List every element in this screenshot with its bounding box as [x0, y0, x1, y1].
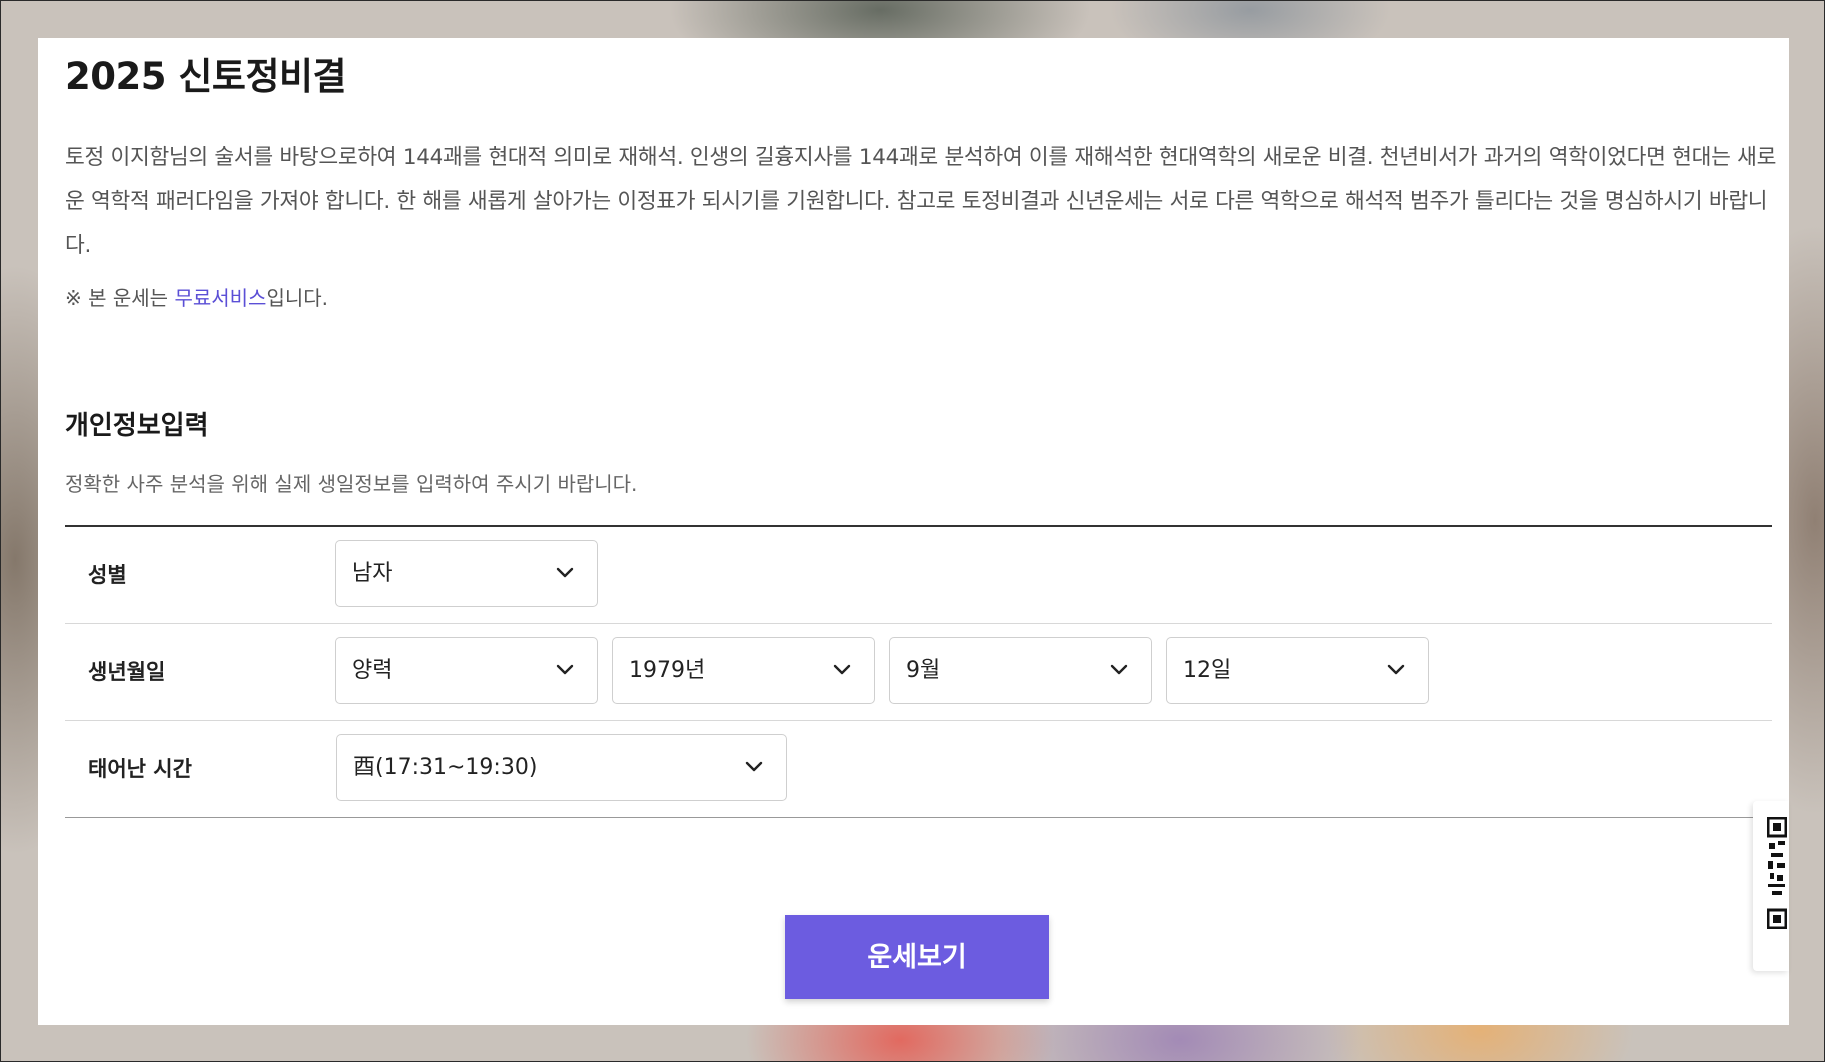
form-row-gender: 성별 남자 — [65, 527, 1772, 624]
gender-select[interactable]: 남자 — [335, 540, 598, 607]
birthdate-label: 생년월일 — [88, 660, 166, 684]
birth-year-select[interactable]: 1979년 — [612, 637, 875, 704]
notice-suffix: 입니다. — [266, 286, 328, 310]
birth-day-value: 12일 — [1183, 658, 1232, 683]
calendar-type-select[interactable]: 양력 — [335, 637, 598, 704]
birth-time-select[interactable]: 酉(17:31~19:30) — [336, 734, 787, 801]
content-card: 2025 신토정비결 토정 이지함님의 술서를 바탕으로하여 144괘를 현대적… — [38, 38, 1789, 1025]
personal-info-form: 성별 남자 생년월일 양력 1979년 9월 12일 태어난 시간 酉(17:3… — [65, 525, 1772, 818]
view-fortune-button[interactable]: 운세보기 — [785, 915, 1049, 999]
qr-code-icon — [1767, 817, 1787, 929]
birth-time-value: 酉(17:31~19:30) — [353, 755, 538, 780]
free-service-highlight: 무료서비스 — [174, 286, 267, 310]
birth-day-select[interactable]: 12일 — [1166, 637, 1429, 704]
birth-time-label: 태어난 시간 — [88, 757, 192, 781]
chevron-down-icon — [1110, 664, 1128, 675]
notice-prefix: ※ 본 운세는 — [65, 286, 175, 310]
birth-month-select[interactable]: 9월 — [889, 637, 1152, 704]
qr-widget[interactable] — [1753, 801, 1789, 971]
gender-value: 남자 — [352, 561, 393, 586]
birth-year-value: 1979년 — [629, 658, 706, 683]
section-description: 정확한 사주 분석을 위해 실제 생일정보를 입력하여 주시기 바랍니다. — [65, 472, 638, 496]
chevron-down-icon — [833, 664, 851, 675]
gender-label: 성별 — [88, 563, 127, 587]
chevron-down-icon — [745, 761, 763, 772]
form-row-birthdate: 생년월일 양력 1979년 9월 12일 — [65, 624, 1772, 721]
birth-month-value: 9월 — [906, 658, 941, 683]
form-row-birth-time: 태어난 시간 酉(17:31~19:30) — [65, 721, 1772, 818]
calendar-type-value: 양력 — [352, 658, 393, 683]
section-title: 개인정보입력 — [65, 411, 209, 441]
page-title: 2025 신토정비결 — [65, 55, 347, 98]
chevron-down-icon — [556, 567, 574, 578]
intro-text: 토정 이지함님의 술서를 바탕으로하여 144괘를 현대적 의미로 재해석. 인… — [65, 145, 1777, 258]
free-service-notice: ※ 본 운세는 무료서비스입니다. — [65, 282, 328, 311]
chevron-down-icon — [1387, 664, 1405, 675]
chevron-down-icon — [556, 664, 574, 675]
